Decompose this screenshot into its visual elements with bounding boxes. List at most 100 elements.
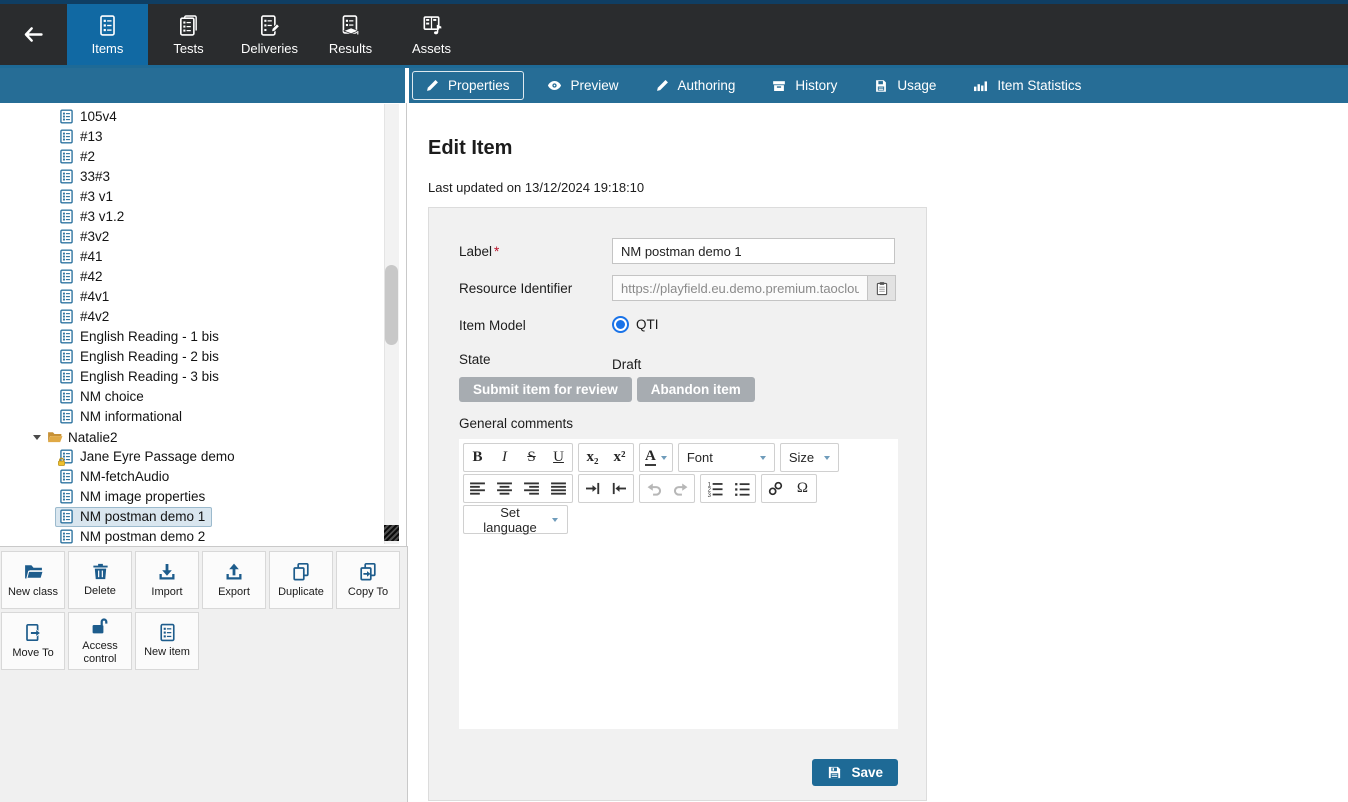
font-dropdown[interactable]: Font (679, 444, 774, 471)
item-icon (60, 309, 73, 324)
outdent-button[interactable] (606, 475, 633, 502)
tree-item[interactable]: English Reading - 2 bis (0, 347, 406, 367)
align-center-button[interactable] (491, 475, 518, 502)
tree-item-label: NM image properties (80, 489, 205, 504)
resource-identifier-input[interactable] (612, 275, 867, 301)
chevron-down-icon[interactable] (31, 435, 43, 440)
align-left-button[interactable] (464, 475, 491, 502)
tab-deliveries[interactable]: Deliveries (229, 4, 310, 65)
tree-item[interactable]: Jane Eyre Passage demo (0, 447, 406, 467)
action-label: Access control (71, 640, 129, 665)
tree-item-label: #4v2 (80, 309, 109, 324)
tree-item[interactable]: NM-fetchAudio (0, 467, 406, 487)
copy-to-icon (358, 562, 378, 582)
underline-button[interactable]: U (545, 444, 572, 471)
duplicate-button[interactable]: Duplicate (269, 551, 333, 609)
top-navigation: Items Tests Deliveries Results Assets (0, 0, 1348, 68)
tab-label: Items (92, 41, 124, 56)
link-button[interactable] (762, 475, 789, 502)
item-icon (60, 249, 73, 264)
subscript-button[interactable]: x₂ (579, 444, 606, 471)
set-language-dropdown[interactable]: Set language (464, 506, 567, 533)
tab-preview[interactable]: Preview (533, 71, 633, 100)
chevron-down-icon (824, 456, 830, 460)
qti-radio-label: QTI (636, 317, 659, 332)
tree-item[interactable]: NM informational (0, 407, 406, 427)
access-control-button[interactable]: Access control (68, 612, 132, 670)
save-button[interactable]: Save (812, 759, 898, 786)
comments-editor-content[interactable] (459, 536, 898, 729)
new-item-button[interactable]: New item (135, 612, 199, 670)
chevron-down-icon (661, 456, 667, 460)
undo-button[interactable] (640, 475, 667, 502)
tree-item[interactable]: #42 (0, 267, 406, 287)
text-color-button[interactable]: A (640, 444, 672, 471)
tab-usage[interactable]: Usage (860, 71, 950, 100)
qti-radio[interactable] (612, 316, 629, 333)
tree-item[interactable]: #4v1 (0, 287, 406, 307)
tab-assets[interactable]: Assets (391, 4, 472, 65)
tree-item[interactable]: 33#3 (0, 167, 406, 187)
item-icon (60, 509, 73, 524)
tab-items[interactable]: Items (67, 4, 148, 65)
action-label: New class (8, 586, 58, 599)
bar-chart-icon (973, 79, 988, 92)
import-button[interactable]: Import (135, 551, 199, 609)
duplicate-icon (291, 562, 311, 582)
new-class-button[interactable]: New class (1, 551, 65, 609)
tree-item[interactable]: English Reading - 1 bis (0, 327, 406, 347)
assets-icon (420, 14, 443, 37)
size-dropdown[interactable]: Size (781, 444, 838, 471)
state-value: Draft (612, 346, 641, 372)
tree-resize-handle[interactable] (384, 525, 399, 541)
tab-history[interactable]: History (758, 71, 851, 100)
redo-button[interactable] (667, 475, 694, 502)
align-right-button[interactable] (518, 475, 545, 502)
tree-item[interactable]: #3 v1.2 (0, 207, 406, 227)
bold-button[interactable]: B (464, 444, 491, 471)
tree-item-label: #42 (80, 269, 103, 284)
label-input[interactable] (612, 238, 895, 264)
tree-item-label: #3v2 (80, 229, 109, 244)
tab-authoring[interactable]: Authoring (642, 71, 750, 100)
tree-folder-label: Natalie2 (68, 430, 118, 445)
tab-item-statistics[interactable]: Item Statistics (959, 71, 1095, 100)
back-button[interactable] (0, 4, 67, 65)
tree-item[interactable]: #3 v1 (0, 187, 406, 207)
superscript-button[interactable]: x² (606, 444, 633, 471)
tree-item[interactable]: NM image properties (0, 487, 406, 507)
tab-properties[interactable]: Properties (412, 71, 524, 100)
submit-for-review-button[interactable]: Submit item for review (459, 377, 632, 402)
bullet-list-icon (734, 481, 750, 497)
tree-item[interactable]: #4v2 (0, 307, 406, 327)
copy-to-button[interactable]: Copy To (336, 551, 400, 609)
tree-item[interactable]: 105v4 (0, 107, 406, 127)
tree-item[interactable]: NM postman demo 1 (0, 507, 406, 527)
tab-label: Deliveries (241, 41, 298, 56)
tree-item[interactable]: #2 (0, 147, 406, 167)
special-char-button[interactable]: Ω (789, 475, 816, 502)
tree-item[interactable]: English Reading - 3 bis (0, 367, 406, 387)
tab-tests[interactable]: Tests (148, 4, 229, 65)
tree-item[interactable]: #3v2 (0, 227, 406, 247)
delete-button[interactable]: Delete (68, 551, 132, 609)
tab-results[interactable]: Results (310, 4, 391, 65)
item-icon (60, 349, 73, 364)
tree-item[interactable]: #13 (0, 127, 406, 147)
abandon-item-button[interactable]: Abandon item (637, 377, 755, 402)
export-button[interactable]: Export (202, 551, 266, 609)
numbered-list-button[interactable]: 123 (701, 475, 728, 502)
tree-scrollbar-thumb[interactable] (385, 265, 398, 345)
tree-item[interactable]: #41 (0, 247, 406, 267)
item-icon (60, 369, 73, 384)
strikethrough-button[interactable]: S (518, 444, 545, 471)
italic-button[interactable]: I (491, 444, 518, 471)
indent-button[interactable] (579, 475, 606, 502)
justify-button[interactable] (545, 475, 572, 502)
move-to-button[interactable]: Move To (1, 612, 65, 670)
tree-item[interactable]: NM postman demo 2 (0, 527, 406, 546)
tree-folder[interactable]: Natalie2 (0, 427, 406, 447)
bullet-list-button[interactable] (728, 475, 755, 502)
copy-identifier-button[interactable] (867, 275, 896, 301)
tree-item[interactable]: NM choice (0, 387, 406, 407)
